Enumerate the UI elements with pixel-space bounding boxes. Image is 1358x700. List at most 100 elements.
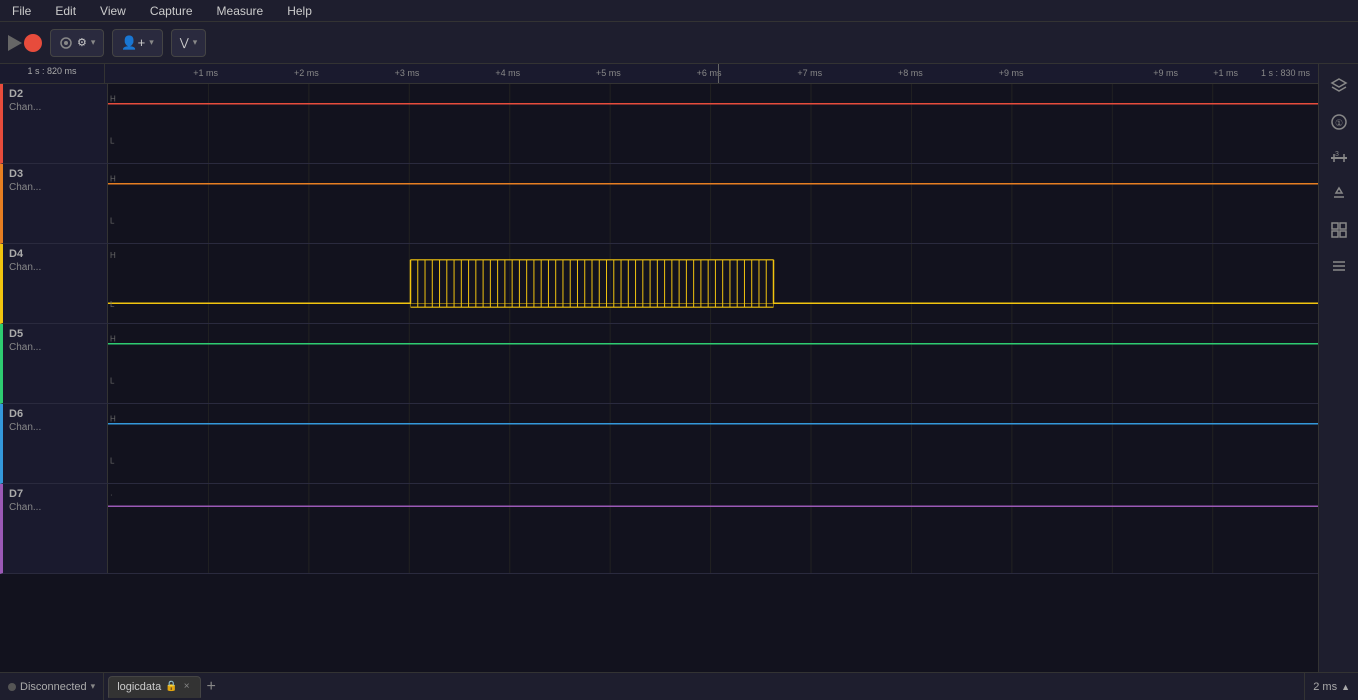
channel-waveform-d6[interactable]: L H xyxy=(108,404,1318,483)
channel-name-d5: Chan... xyxy=(9,342,101,353)
menu-view[interactable]: View xyxy=(96,2,130,20)
trigger-icon: ⋁ xyxy=(180,36,189,49)
channel-id-d6: D6 xyxy=(9,408,101,420)
channel-label-d6: D6 Chan... xyxy=(3,404,108,483)
time-ruler-left: 1 s : 820 ms xyxy=(0,64,105,83)
tick-10ms-r: +1 ms xyxy=(1213,68,1238,78)
channel-row-d3: D3 Chan... xyxy=(0,164,1318,244)
channel-waveform-d7[interactable]: · xyxy=(108,484,1318,573)
logicdata-tab[interactable]: logicdata 🔒 × xyxy=(108,676,200,698)
sidebar-trigger-icon[interactable] xyxy=(1325,180,1353,208)
channel-row-d5: D5 Chan... xyxy=(0,324,1318,404)
main-content: 1 s : 820 ms +1 ms +2 ms +3 ms +4 ms +5 … xyxy=(0,64,1358,672)
grid-d4: // This won't run inside SVG in most bro… xyxy=(108,244,1318,323)
add-channel-button[interactable]: 👤+ ▾ xyxy=(112,29,162,57)
menu-edit[interactable]: Edit xyxy=(51,2,80,20)
status-disconnected[interactable]: Disconnected ▾ xyxy=(0,673,104,700)
tick-8ms-l: +8 ms xyxy=(898,68,923,78)
menu-help[interactable]: Help xyxy=(283,2,316,20)
status-dot xyxy=(8,683,16,691)
channel-label-d7: D7 Chan... xyxy=(3,484,108,573)
toolbar-device-group: ⚙ ▾ xyxy=(50,29,104,57)
sidebar-layers-icon[interactable] xyxy=(1325,72,1353,100)
cursor-time-display: 1 s : 820 ms xyxy=(27,66,76,76)
grid-d3: L H xyxy=(108,164,1318,243)
channel-name-d3: Chan... xyxy=(9,182,101,193)
tab-bar: logicdata 🔒 × + xyxy=(104,673,1304,700)
channel-row-d6: D6 Chan... xyxy=(0,404,1318,484)
sidebar-measurement-icon[interactable]: 3 xyxy=(1325,144,1353,172)
channel-label-d2: D2 Chan... xyxy=(3,84,108,163)
play-icon xyxy=(8,35,22,51)
svg-text:L: L xyxy=(110,216,115,225)
menu-measure[interactable]: Measure xyxy=(213,2,268,20)
channel-row-d7: D7 Chan... xyxy=(0,484,1318,574)
channel-row-d2: D2 Chan... xyxy=(0,84,1318,164)
sidebar-protocol-icon[interactable]: ① xyxy=(1325,108,1353,136)
grid-d2: L H xyxy=(108,84,1318,163)
grid-d7: · xyxy=(108,484,1318,573)
tick-9ms-r: +9 ms xyxy=(1153,68,1178,78)
toolbar-trigger-group: ⋁ ▾ xyxy=(171,29,207,57)
channel-id-d4: D4 xyxy=(9,248,101,260)
channel-label-d3: D3 Chan... xyxy=(3,164,108,243)
channel-chevron: ▾ xyxy=(149,37,154,48)
menu-file[interactable]: File xyxy=(8,2,35,20)
svg-text:H: H xyxy=(110,334,116,343)
waveform-container: 1 s : 820 ms +1 ms +2 ms +3 ms +4 ms +5 … xyxy=(0,64,1318,672)
tick-5ms-l: +5 ms xyxy=(596,68,621,78)
menu-bar: File Edit View Capture Measure Help xyxy=(0,0,1358,22)
toolbar-channel-group: 👤+ ▾ xyxy=(112,29,162,57)
grid-d5: L H xyxy=(108,324,1318,403)
channel-id-d2: D2 xyxy=(9,88,101,100)
time-scale-chevron: ▲ xyxy=(1341,682,1350,692)
sidebar-list-icon[interactable] xyxy=(1325,252,1353,280)
device-label: ⚙ xyxy=(77,36,87,49)
channel-label-d5: D5 Chan... xyxy=(3,324,108,403)
time-ruler-ticks: +1 ms +2 ms +3 ms +4 ms +5 ms +6 ms +7 m… xyxy=(105,64,1318,83)
trigger-button[interactable]: ⋁ ▾ xyxy=(171,29,207,57)
add-channel-icon: 👤+ xyxy=(121,35,145,51)
channel-name-d4: Chan... xyxy=(9,262,101,273)
channel-row-d4: D4 Chan... xyxy=(0,244,1318,324)
right-sidebar: ① 3 xyxy=(1318,64,1358,672)
play-button[interactable] xyxy=(8,34,42,52)
lock-icon: 🔒 xyxy=(165,681,177,692)
svg-text:·: · xyxy=(110,490,113,499)
top-right-time: 1 s : 830 ms xyxy=(1261,68,1310,78)
channel-waveform-d2[interactable]: L H xyxy=(108,84,1318,163)
channel-name-d7: Chan... xyxy=(9,502,101,513)
svg-text:3: 3 xyxy=(1335,151,1339,158)
channel-label-d4: D4 Chan... xyxy=(3,244,108,323)
time-ruler: 1 s : 820 ms +1 ms +2 ms +3 ms +4 ms +5 … xyxy=(0,64,1318,84)
channel-id-d7: D7 xyxy=(9,488,101,500)
add-tab-button[interactable]: + xyxy=(203,679,220,695)
tab-close-button[interactable]: × xyxy=(182,682,192,692)
time-scale-display[interactable]: 2 ms ▲ xyxy=(1304,673,1358,700)
tick-7ms-l: +7 ms xyxy=(797,68,822,78)
time-scale-label: 2 ms xyxy=(1313,681,1337,693)
status-chevron: ▾ xyxy=(91,681,96,692)
channel-waveform-d4[interactable]: // This won't run inside SVG in most bro… xyxy=(108,244,1318,323)
device-chevron: ▾ xyxy=(91,37,96,48)
toolbar: ⚙ ▾ 👤+ ▾ ⋁ ▾ xyxy=(0,22,1358,64)
svg-text:H: H xyxy=(110,94,116,103)
toolbar-playback-group xyxy=(8,34,42,52)
channel-name-d6: Chan... xyxy=(9,422,101,433)
svg-text:L: L xyxy=(110,376,115,385)
menu-capture[interactable]: Capture xyxy=(146,2,197,20)
status-bar: Disconnected ▾ logicdata 🔒 × + 2 ms ▲ xyxy=(0,672,1358,700)
channel-id-d3: D3 xyxy=(9,168,101,180)
tick-4ms-l: +4 ms xyxy=(495,68,520,78)
tab-label: logicdata xyxy=(117,681,161,693)
tick-3ms-l: +3 ms xyxy=(395,68,420,78)
record-icon xyxy=(24,34,42,52)
grid-d6: L H xyxy=(108,404,1318,483)
channel-waveform-d5[interactable]: L H xyxy=(108,324,1318,403)
channel-waveform-d3[interactable]: L H xyxy=(108,164,1318,243)
channels-area: D2 Chan... xyxy=(0,84,1318,672)
sidebar-grid-icon[interactable] xyxy=(1325,216,1353,244)
svg-text:H: H xyxy=(110,414,116,423)
device-button[interactable]: ⚙ ▾ xyxy=(50,29,104,57)
disconnected-label: Disconnected xyxy=(20,681,87,693)
